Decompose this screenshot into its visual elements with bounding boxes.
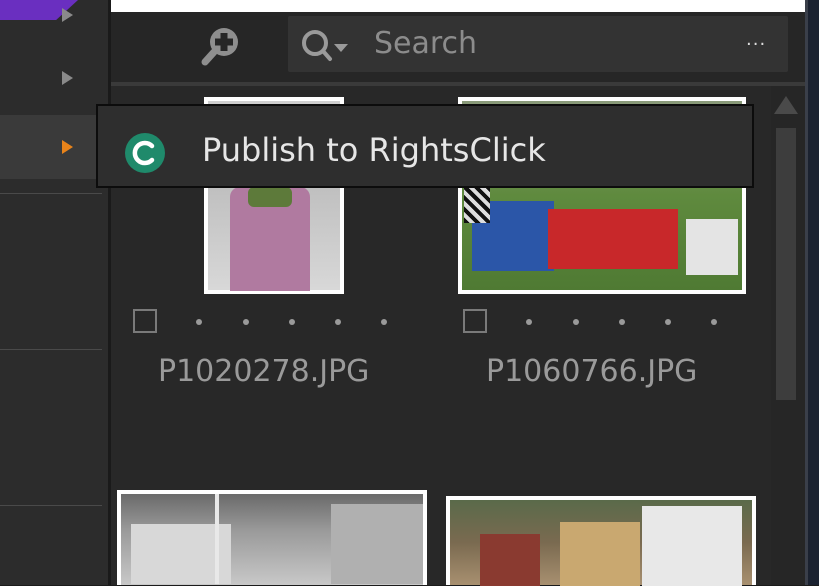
zoom-in-icon[interactable] (200, 22, 244, 66)
divider (0, 193, 102, 194)
rating-stars[interactable] (196, 319, 396, 329)
photo-thumbnail[interactable] (446, 496, 756, 586)
search-box[interactable] (288, 16, 788, 72)
expand-arrow-icon[interactable] (62, 71, 73, 85)
rating-stars[interactable] (526, 319, 726, 329)
search-options-icon[interactable] (298, 26, 354, 64)
select-checkbox[interactable] (463, 309, 487, 333)
rightsclick-logo-icon (125, 133, 165, 173)
window-edge-border (805, 0, 808, 585)
window-top-strip (111, 0, 805, 12)
file-name: P1020278.JPG (158, 354, 370, 389)
divider (0, 349, 102, 350)
left-panel (0, 0, 110, 585)
menu-item-publish-rightsclick[interactable]: Publish to RightsClick (202, 128, 546, 172)
file-name: P1060766.JPG (486, 354, 698, 389)
more-options-button[interactable]: ··· (746, 36, 766, 54)
expand-arrow-icon[interactable] (62, 8, 73, 22)
photo-thumbnail[interactable] (117, 490, 427, 585)
divider (0, 505, 102, 506)
search-input[interactable]: Search (374, 24, 477, 64)
select-checkbox[interactable] (133, 309, 157, 333)
photo-image (450, 500, 752, 586)
left-panel-row-selected[interactable] (0, 115, 108, 179)
scrollbar-thumb[interactable] (776, 128, 796, 400)
scroll-up-arrow-icon[interactable] (774, 96, 798, 114)
expand-arrow-active-icon[interactable] (62, 140, 73, 154)
photo-image (121, 494, 423, 585)
